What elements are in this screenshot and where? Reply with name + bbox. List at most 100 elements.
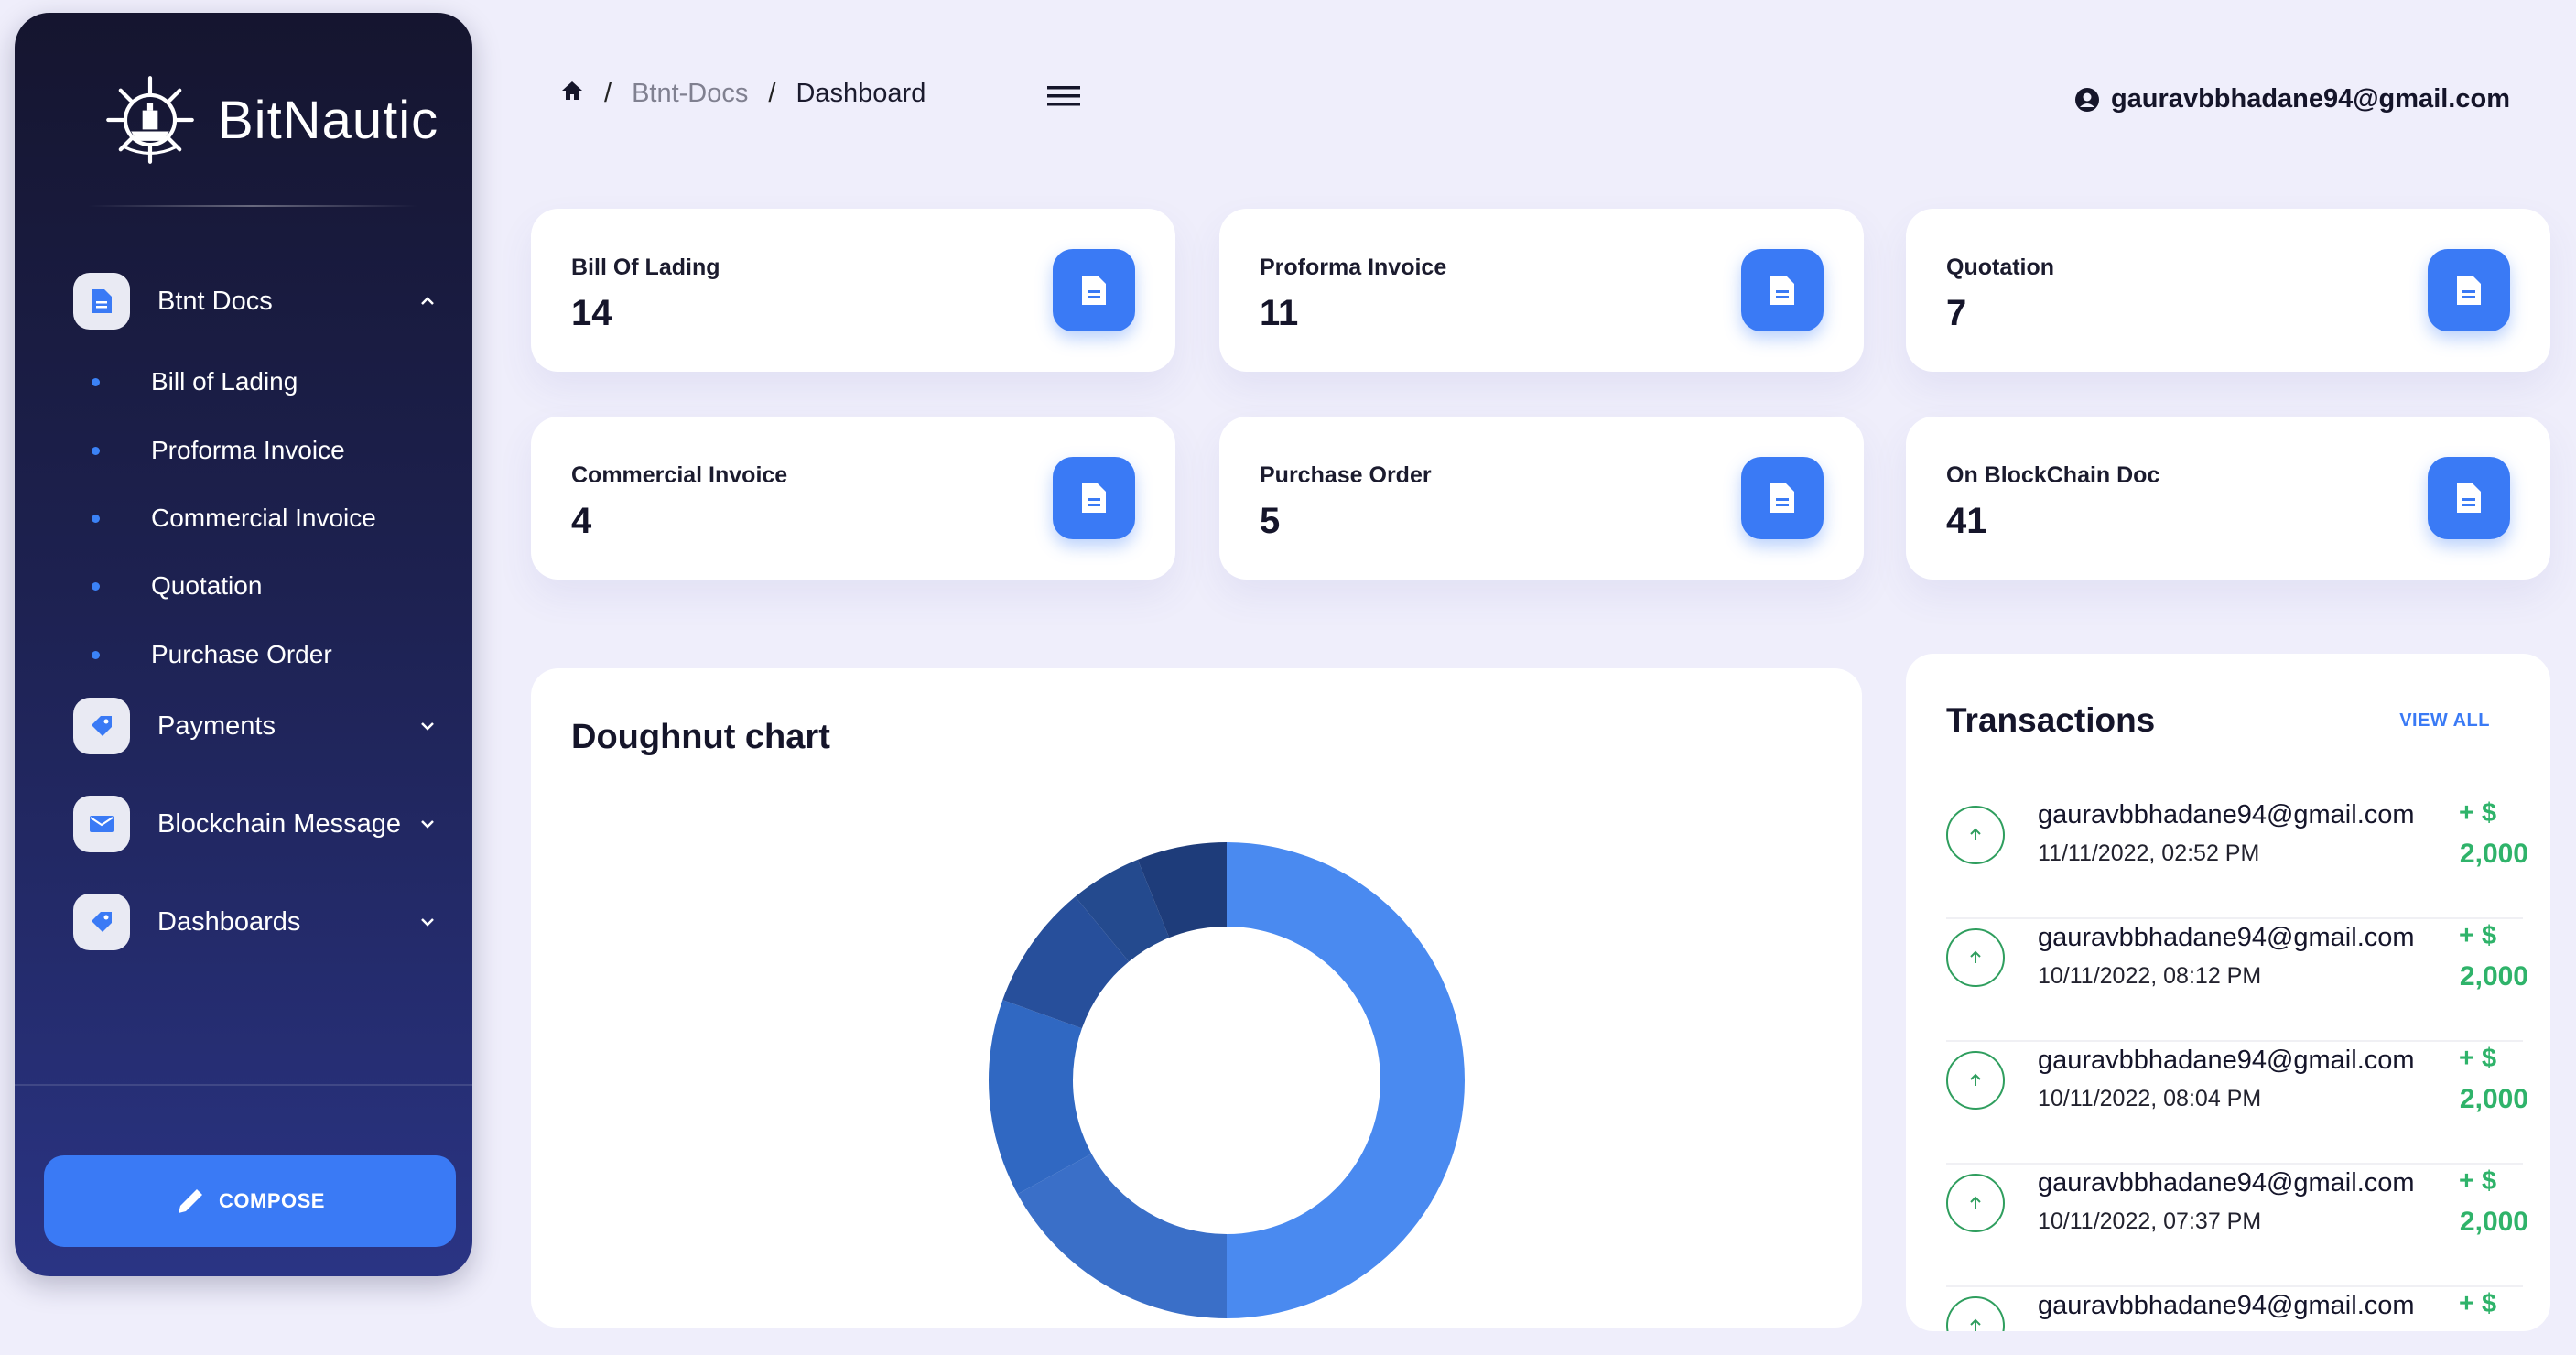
pencil-icon — [179, 1189, 203, 1213]
stat-label: Commercial Invoice — [571, 462, 788, 488]
breadcrumb-separator: / — [768, 79, 776, 108]
transaction-date: 10/11/2022, 08:12 PM — [2038, 963, 2262, 989]
brand-name: BitNautic — [218, 90, 439, 150]
arrow-up-icon — [1946, 1051, 2005, 1110]
transaction-date: 10/11/2022, 07:37 PM — [2038, 1209, 2262, 1234]
stat-label: Bill Of Lading — [571, 255, 720, 280]
stat-card-proforma-invoice[interactable]: Proforma Invoice 11 — [1219, 209, 1864, 372]
brand-divider — [88, 205, 417, 207]
compose-button[interactable]: COMPOSE — [44, 1155, 456, 1247]
sidebar-divider — [15, 1084, 472, 1086]
transaction-sign: + $ — [2459, 1289, 2497, 1318]
stat-card-quotation[interactable]: Quotation 7 — [1906, 209, 2550, 372]
stat-value: 11 — [1260, 293, 1299, 333]
sidebar-subitem-commercial-invoice[interactable]: Commercial Invoice — [92, 495, 376, 541]
envelope-icon — [73, 796, 130, 852]
subitem-label: Commercial Invoice — [151, 504, 376, 532]
bullet-icon — [92, 514, 100, 523]
sidebar-item-btnt-docs[interactable]: Btnt Docs — [73, 271, 439, 331]
donut-slice-0[interactable] — [1227, 842, 1465, 1318]
transaction-email: gauravbbhadane94@gmail.com — [2038, 1168, 2415, 1198]
stat-card-commercial-invoice[interactable]: Commercial Invoice 4 — [531, 417, 1175, 580]
tag-icon — [73, 894, 130, 950]
sidebar-subitem-purchase-order[interactable]: Purchase Order — [92, 632, 332, 678]
chevron-down-icon[interactable] — [416, 812, 439, 836]
stat-value: 5 — [1260, 501, 1281, 541]
transactions-card: Transactions VIEW ALL gauravbbhadane94@g… — [1906, 654, 2550, 1331]
arrow-up-icon — [1946, 1174, 2005, 1232]
stat-label: Proforma Invoice — [1260, 255, 1447, 280]
bullet-icon — [92, 446, 100, 455]
transaction-row[interactable]: gauravbbhadane94@gmail.com 10/11/2022, 0… — [1946, 917, 2528, 1042]
stat-label: Quotation — [1946, 255, 2055, 280]
transaction-date: 10/11/2022, 08:04 PM — [2038, 1086, 2262, 1111]
stat-card-on-blockchain-doc[interactable]: On BlockChain Doc 41 — [1906, 417, 2550, 580]
breadcrumb-link[interactable]: Btnt-Docs — [632, 79, 748, 109]
stat-value: 14 — [571, 293, 612, 333]
sidebar-item-blockchain-message[interactable]: Blockchain Message — [73, 794, 439, 854]
arrow-up-icon — [1946, 806, 2005, 864]
transaction-sign: + $ — [2459, 921, 2497, 950]
sidebar-item-payments[interactable]: Payments — [73, 696, 439, 756]
arrow-up-icon — [1946, 1296, 2005, 1331]
user-circle-icon — [2074, 87, 2099, 112]
chevron-down-icon[interactable] — [416, 910, 439, 934]
transaction-row[interactable]: gauravbbhadane94@gmail.com + $ — [1946, 1285, 2523, 1331]
breadcrumb-current: Dashboard — [796, 79, 926, 108]
subitem-label: Purchase Order — [151, 640, 332, 668]
compose-label: COMPOSE — [219, 1189, 325, 1212]
ship-wheel-logo-icon — [106, 76, 194, 164]
transaction-email: gauravbbhadane94@gmail.com — [2038, 923, 2415, 952]
user-email: gauravbbhadane94@gmail.com — [2110, 84, 2510, 114]
subitem-label: Bill of Lading — [151, 367, 298, 396]
sidebar-subitem-proforma-invoice[interactable]: Proforma Invoice — [92, 428, 345, 473]
document-icon[interactable] — [2428, 457, 2510, 539]
document-icon[interactable] — [2428, 249, 2510, 331]
document-icon[interactable] — [1053, 249, 1135, 331]
transaction-sign: + $ — [2459, 798, 2497, 828]
document-icon[interactable] — [1053, 457, 1135, 539]
transaction-email: gauravbbhadane94@gmail.com — [2038, 1291, 2415, 1320]
transaction-amount: 2,000 — [2459, 1084, 2528, 1114]
chevron-up-icon[interactable] — [416, 289, 439, 313]
sidebar-item-label: Btnt Docs — [157, 286, 273, 316]
stat-value: 4 — [571, 501, 592, 541]
document-icon[interactable] — [1741, 249, 1824, 331]
tag-icon — [73, 698, 130, 754]
subitem-label: Quotation — [151, 571, 263, 600]
transactions-title: Transactions — [1946, 701, 2156, 739]
document-icon[interactable] — [1741, 457, 1824, 539]
doughnut-chart-card: Doughnut chart — [531, 668, 1862, 1328]
sidebar-subitem-bill-of-lading[interactable]: Bill of Lading — [92, 359, 298, 405]
transaction-date: 11/11/2022, 02:52 PM — [2038, 840, 2260, 866]
home-icon[interactable] — [560, 79, 584, 109]
transaction-amount: 2,000 — [2459, 961, 2528, 992]
sidebar-item-label: Blockchain Message — [157, 808, 401, 839]
stat-value: 41 — [1946, 501, 1987, 541]
document-icon — [73, 273, 130, 330]
stat-value: 7 — [1946, 293, 1967, 333]
chevron-down-icon[interactable] — [416, 714, 439, 738]
stat-card-bill-of-lading[interactable]: Bill Of Lading 14 — [531, 209, 1175, 372]
stat-card-purchase-order[interactable]: Purchase Order 5 — [1219, 417, 1864, 580]
subitem-label: Proforma Invoice — [151, 436, 345, 464]
brand[interactable]: BitNautic — [103, 70, 438, 170]
transaction-row[interactable]: gauravbbhadane94@gmail.com 11/11/2022, 0… — [1946, 795, 2528, 919]
sidebar-subitem-quotation[interactable]: Quotation — [92, 563, 262, 609]
transaction-email: gauravbbhadane94@gmail.com — [2038, 800, 2415, 829]
transaction-amount: 2,000 — [2459, 1207, 2528, 1237]
bullet-icon — [92, 650, 100, 659]
bullet-icon — [92, 581, 100, 591]
arrow-up-icon — [1946, 928, 2005, 987]
sidebar-item-dashboards[interactable]: Dashboards — [73, 892, 439, 952]
bullet-icon — [92, 377, 100, 386]
sidebar-item-label: Dashboards — [157, 906, 301, 937]
transaction-sign: + $ — [2459, 1166, 2497, 1196]
view-all-link[interactable]: VIEW ALL — [2399, 710, 2490, 732]
donut-slice-1[interactable] — [1017, 1154, 1227, 1318]
hamburger-menu-icon[interactable] — [1045, 82, 1082, 110]
user-account[interactable]: gauravbbhadane94@gmail.com — [2074, 84, 2510, 114]
transaction-row[interactable]: gauravbbhadane94@gmail.com 10/11/2022, 0… — [1946, 1040, 2528, 1165]
transaction-amount: 2,000 — [2459, 839, 2528, 869]
transaction-row[interactable]: gauravbbhadane94@gmail.com 10/11/2022, 0… — [1946, 1163, 2528, 1287]
